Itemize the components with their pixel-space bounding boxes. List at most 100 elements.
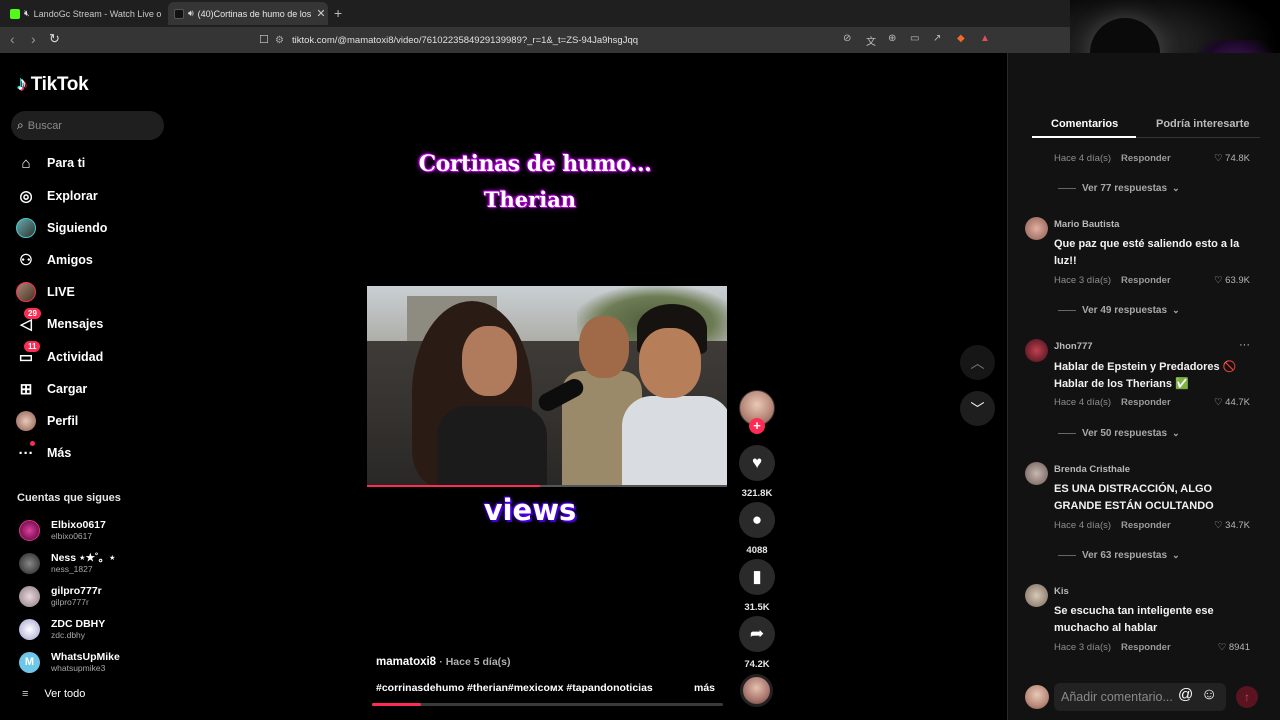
commenter-name[interactable]: Mario Bautista bbox=[1054, 219, 1119, 230]
following-account[interactable]: Ness ⋆★˚。⋆ ness_1827 bbox=[19, 550, 116, 576]
reload-icon[interactable]: ↻ bbox=[49, 31, 60, 47]
comment-more-options-icon[interactable]: ··· bbox=[1239, 339, 1250, 351]
search-input[interactable]: ⌕ Buscar bbox=[11, 111, 164, 140]
reply-button[interactable]: Responder bbox=[1121, 520, 1171, 531]
commenter-avatar[interactable] bbox=[1025, 217, 1048, 240]
nav-live[interactable]: LIVE bbox=[16, 280, 75, 304]
account-handle: zdc.dbhy bbox=[51, 630, 86, 640]
tiktok-logo[interactable]: ♪ TikTok bbox=[17, 73, 89, 96]
music-disc-avatar[interactable] bbox=[740, 674, 773, 707]
commenter-avatar[interactable] bbox=[1025, 584, 1048, 607]
nav-para-ti[interactable]: ⌂ Para ti bbox=[16, 151, 85, 175]
bookmark-icon[interactable]: ▮ bbox=[739, 559, 775, 595]
muted-speaker-icon[interactable]: 🔇︎ bbox=[24, 8, 30, 19]
account-name: Elbixo0617 bbox=[51, 519, 106, 531]
nav-mas[interactable]: ··· Más bbox=[16, 441, 71, 465]
follow-plus-button[interactable]: + bbox=[749, 418, 765, 434]
view-replies-button[interactable]: Ver 77 respuestas ⌄ bbox=[1058, 183, 1180, 194]
video-progress-bar[interactable] bbox=[372, 703, 723, 706]
tab-podria-interesarte[interactable]: Podría interesarte bbox=[1156, 118, 1250, 130]
following-account[interactable]: Elbixo0617 elbixo0617 bbox=[19, 517, 106, 543]
nav-mensajes[interactable]: ◁ 29 Mensajes bbox=[16, 308, 103, 336]
browser-tab-kick[interactable]: 🔇︎ LandoGc Stream - Watch Live on bbox=[4, 2, 162, 25]
clip-progress-bar bbox=[367, 485, 727, 487]
previous-video-button[interactable]: ︿ bbox=[960, 345, 995, 380]
speaker-icon[interactable]: 🔊︎ bbox=[188, 8, 194, 19]
following-account[interactable]: M WhatsUpMike whatsupmike3 bbox=[19, 649, 120, 675]
back-icon[interactable]: ‹ bbox=[10, 31, 15, 47]
rewards-icon[interactable]: ▲ bbox=[980, 33, 990, 44]
zoom-icon[interactable]: ⊕ bbox=[888, 33, 896, 44]
send-comment-button[interactable]: ↑ bbox=[1236, 686, 1258, 708]
commenter-name[interactable]: Kis bbox=[1054, 586, 1069, 597]
close-tab-icon[interactable]: ✕ bbox=[314, 7, 328, 20]
comment-likes[interactable]: ♡ 34.7K bbox=[1214, 520, 1250, 531]
nav-cargar[interactable]: ⊞ Cargar bbox=[16, 377, 88, 401]
comment-count: 4088 bbox=[746, 545, 768, 556]
comment-likes[interactable]: ♡ 44.7K bbox=[1214, 397, 1250, 408]
comment-likes[interactable]: ♡ 63.9K bbox=[1214, 275, 1250, 286]
video-caption-line1: Cortinas de humo... bbox=[418, 151, 652, 177]
video-hashtags[interactable]: #corrinasdehumo #therian#mexicoᴍx #tapan… bbox=[376, 682, 653, 694]
see-all-link[interactable]: ≡ Ver todo bbox=[22, 688, 85, 700]
emoji-icon[interactable]: ☺ bbox=[1201, 686, 1217, 704]
commenter-name[interactable]: Brenda Cristhale bbox=[1054, 464, 1130, 475]
current-user-avatar bbox=[1025, 685, 1049, 709]
view-replies-button[interactable]: Ver 63 respuestas ⌄ bbox=[1058, 550, 1180, 561]
new-tab-button[interactable]: + bbox=[334, 5, 342, 21]
like-action[interactable]: ♥ 321.8K bbox=[739, 445, 775, 499]
browser-tab-tiktok[interactable]: 🔊︎ (40)Cortinas de humo de los T ✕ bbox=[168, 2, 328, 25]
translate-off-icon[interactable]: ⊘ bbox=[843, 33, 851, 44]
reply-button[interactable]: Responder bbox=[1121, 397, 1171, 408]
comment-icon[interactable]: ● bbox=[739, 502, 775, 538]
description-more-link[interactable]: más bbox=[694, 682, 715, 694]
cast-icon[interactable]: ▭ bbox=[910, 33, 919, 44]
following-account[interactable]: gilpro777r gilpro777r bbox=[19, 583, 102, 609]
forward-icon[interactable]: › bbox=[31, 31, 36, 47]
heart-icon[interactable]: ♥ bbox=[739, 445, 775, 481]
reply-button[interactable]: Responder bbox=[1121, 642, 1171, 653]
video-author-line: mamatoxi8 · Hace 5 día(s) bbox=[376, 656, 511, 668]
view-replies-button[interactable]: Ver 49 respuestas ⌄ bbox=[1058, 305, 1180, 316]
bookmark-icon[interactable]: ☐ bbox=[259, 33, 269, 46]
account-avatar bbox=[19, 519, 40, 541]
reply-button[interactable]: Responder bbox=[1121, 275, 1171, 286]
commenter-avatar[interactable] bbox=[1025, 339, 1048, 362]
view-replies-button[interactable]: Ver 50 respuestas ⌄ bbox=[1058, 428, 1180, 439]
commenter-name[interactable]: Jhon777 bbox=[1054, 341, 1093, 352]
comment-likes[interactable]: ♡ 8941 bbox=[1218, 642, 1250, 653]
nav-amigos[interactable]: ⚇ Amigos bbox=[16, 248, 93, 272]
following-account[interactable]: ZDC DBHY zdc.dbhy bbox=[19, 616, 105, 642]
video-author[interactable]: mamatoxi8 bbox=[376, 656, 436, 668]
save-action[interactable]: ▮ 31.5K bbox=[739, 559, 775, 613]
chevron-down-icon: ⌄ bbox=[1172, 550, 1180, 560]
comment-likes[interactable]: ♡ 74.8K bbox=[1214, 153, 1250, 164]
comment-text: Que paz que esté saliendo esto a la luz!… bbox=[1054, 238, 1240, 267]
account-name: gilpro777r bbox=[51, 585, 102, 597]
tab-comentarios[interactable]: Comentarios bbox=[1051, 118, 1118, 130]
logo-text: TikTok bbox=[30, 73, 89, 95]
reply-button[interactable]: Responder bbox=[1121, 153, 1171, 164]
nav-explorar[interactable]: ◎ Explorar bbox=[16, 184, 97, 208]
comment-time: Hace 3 día(s) bbox=[1054, 275, 1112, 286]
share-arrow-icon[interactable]: ➦ bbox=[739, 616, 775, 652]
mention-icon[interactable]: @ bbox=[1178, 686, 1193, 703]
next-video-button[interactable]: ﹀ bbox=[960, 391, 995, 426]
comment-meta: Hace 3 día(s) Responder ♡ 8941 bbox=[1054, 642, 1250, 653]
nav-label: Perfil bbox=[47, 414, 79, 428]
embedded-video-clip[interactable] bbox=[367, 286, 727, 486]
share-icon[interactable]: ↗ bbox=[933, 33, 941, 44]
comment-action[interactable]: ● 4088 bbox=[739, 502, 775, 556]
nav-label: Más bbox=[47, 446, 72, 460]
commenter-avatar[interactable] bbox=[1025, 462, 1048, 485]
nav-perfil[interactable]: Perfil bbox=[16, 409, 78, 433]
nav-label: LIVE bbox=[47, 285, 75, 299]
brave-shield-icon[interactable]: ◆ bbox=[957, 33, 965, 44]
nav-siguiendo[interactable]: Siguiendo bbox=[16, 216, 107, 240]
share-action[interactable]: ➦ 74.2K bbox=[739, 616, 775, 670]
site-info-icon[interactable]: ⚙ bbox=[275, 35, 284, 46]
clip-boy-body bbox=[622, 396, 727, 486]
url-field[interactable]: ⚙ tiktok.com/@mamatoxi8/video/7610223584… bbox=[275, 31, 995, 49]
translate-icon[interactable]: 文 bbox=[866, 33, 876, 48]
nav-actividad[interactable]: ▭ 11 Actividad bbox=[16, 341, 103, 369]
